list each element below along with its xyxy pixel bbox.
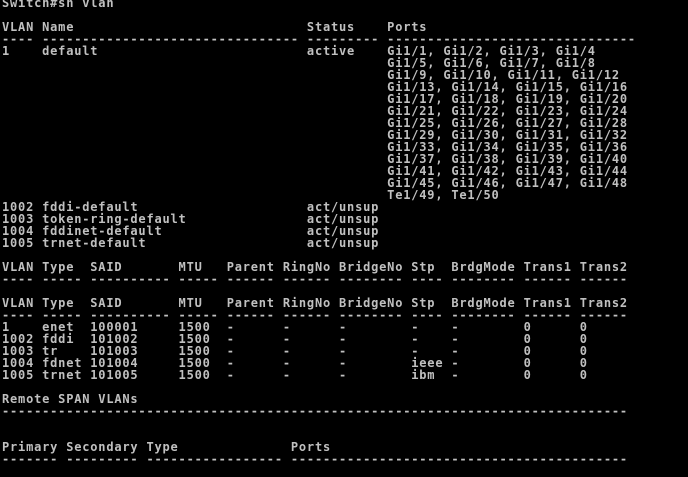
terminal-line: ------- --------- ----------------- ----… xyxy=(2,452,628,466)
terminal-line: 1005 trnet 101005 1500 - - - ibm - 0 0 xyxy=(2,368,588,382)
terminal-line: ----------------------------------------… xyxy=(2,404,628,418)
terminal-line: ---- ----- ---------- ----- ------ -----… xyxy=(2,272,628,286)
terminal-window[interactable]: Switch#sh vlan VLAN Name Status Ports ---… xyxy=(0,0,688,477)
terminal-line: 1005 trnet-default act/unsup xyxy=(2,236,380,250)
terminal-output: Switch#sh vlan VLAN Name Status Ports ---… xyxy=(2,0,636,465)
terminal-line: Switch#sh vlan xyxy=(2,0,115,10)
